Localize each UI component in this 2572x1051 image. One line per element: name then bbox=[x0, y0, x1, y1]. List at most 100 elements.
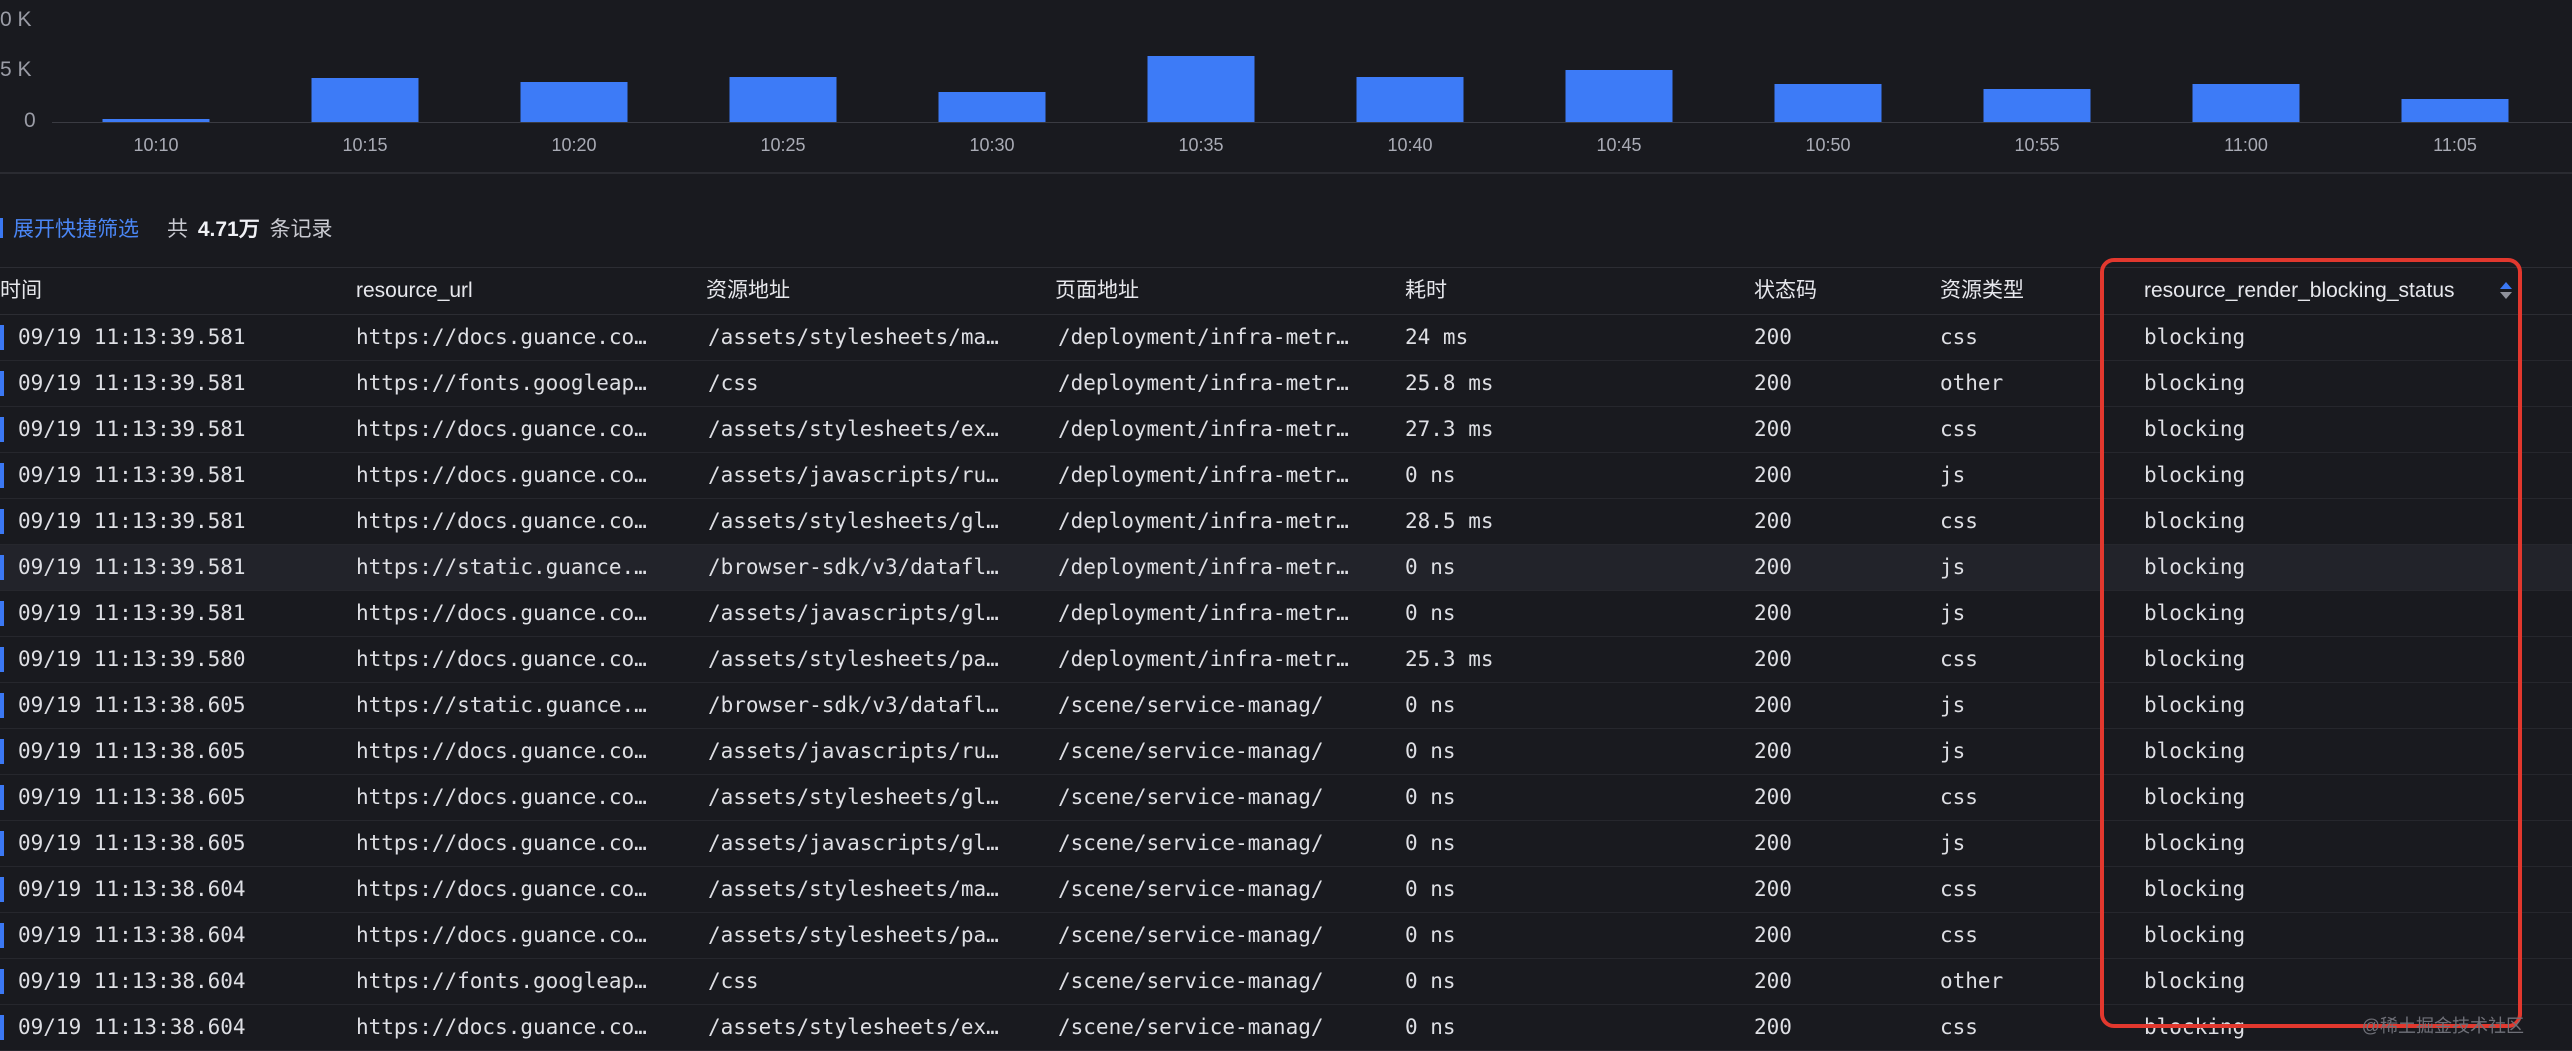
filter-panel-edge[interactable] bbox=[0, 218, 3, 238]
column-header-resource-type[interactable]: 资源类型 bbox=[1940, 268, 2024, 314]
cell-page-path: /deployment/infra-metr… bbox=[1058, 463, 1349, 487]
table-row[interactable]: 09/19 11:13:39.581 https://docs.guance.co… bbox=[0, 407, 2572, 453]
table-row[interactable]: 09/19 11:13:39.580 https://docs.guance.co… bbox=[0, 637, 2572, 683]
x-tick-label: 11:00 bbox=[2224, 135, 2268, 155]
cell-status-code: 200 bbox=[1754, 463, 1792, 487]
histogram-chart: 0 K 5 K 0 10:10 10:15 10:20 10:25 10:30 10:35… bbox=[0, 0, 2572, 172]
histogram-bar[interactable] bbox=[520, 82, 628, 122]
row-status-marker bbox=[0, 969, 4, 994]
cell-status-code: 200 bbox=[1754, 739, 1792, 763]
cell-resource-type: css bbox=[1940, 785, 1978, 809]
row-status-marker bbox=[0, 693, 4, 718]
x-tick-label: 10:20 bbox=[551, 135, 597, 155]
cell-resource-path: /assets/javascripts/gl… bbox=[708, 601, 999, 625]
cell-page-path: /scene/service-manag/ bbox=[1058, 739, 1324, 763]
cell-render-blocking-status: blocking bbox=[2144, 647, 2246, 671]
table-row[interactable]: 09/19 11:13:38.605 https://static.guance.… bbox=[0, 683, 2572, 729]
table-row[interactable]: 09/19 11:13:39.581 https://fonts.googleap… bbox=[0, 361, 2572, 407]
cell-resource-url: https://docs.guance.co… bbox=[356, 463, 647, 487]
table-row[interactable]: 09/19 11:13:38.605 https://docs.guance.co… bbox=[0, 775, 2572, 821]
table-row[interactable]: 09/19 11:13:39.581 https://docs.guance.co… bbox=[0, 499, 2572, 545]
cell-status-code: 200 bbox=[1754, 1015, 1792, 1039]
table-row[interactable]: 09/19 11:13:38.604 https://docs.guance.co… bbox=[0, 1005, 2572, 1051]
table-header: 时间 resource_url 资源地址 页面地址 耗时 状态码 资源类型 re… bbox=[0, 267, 2572, 315]
cell-resource-url: https://fonts.googleap… bbox=[356, 371, 647, 395]
cell-render-blocking-status: blocking bbox=[2144, 325, 2246, 349]
cell-page-path: /scene/service-manag/ bbox=[1058, 831, 1324, 855]
cell-resource-url: https://static.guance.… bbox=[356, 693, 647, 717]
table-row[interactable]: 09/19 11:13:38.605 https://docs.guance.co… bbox=[0, 821, 2572, 867]
histogram-bar[interactable] bbox=[1983, 89, 2091, 122]
row-status-marker bbox=[0, 877, 4, 902]
cell-page-path: /scene/service-manag/ bbox=[1058, 785, 1324, 809]
row-status-marker bbox=[0, 509, 4, 534]
cell-status-code: 200 bbox=[1754, 693, 1792, 717]
x-tick-label: 10:30 bbox=[969, 135, 1015, 155]
table-row[interactable]: 09/19 11:13:39.581 https://static.guance.… bbox=[0, 545, 2572, 591]
x-tick-label: 10:45 bbox=[1596, 135, 1642, 155]
table-row[interactable]: 09/19 11:13:39.581 https://docs.guance.co… bbox=[0, 315, 2572, 361]
table-row[interactable]: 09/19 11:13:38.604 https://fonts.googleap… bbox=[0, 959, 2572, 1005]
cell-resource-path: /css bbox=[708, 969, 759, 993]
cell-duration: 27.3 ms bbox=[1405, 417, 1494, 441]
sort-icon[interactable] bbox=[2500, 282, 2512, 300]
cell-resource-path: /css bbox=[708, 371, 759, 395]
cell-resource-url: https://docs.guance.co… bbox=[356, 325, 647, 349]
cell-time: 09/19 11:13:38.604 bbox=[18, 969, 246, 993]
cell-time: 09/19 11:13:38.605 bbox=[18, 831, 246, 855]
column-header-resource-url[interactable]: resource_url bbox=[356, 268, 473, 314]
cell-page-path: /scene/service-manag/ bbox=[1058, 923, 1324, 947]
cell-resource-url: https://docs.guance.co… bbox=[356, 1015, 647, 1039]
cell-time: 09/19 11:13:38.605 bbox=[18, 693, 246, 717]
histogram-bar[interactable] bbox=[2401, 99, 2509, 122]
cell-status-code: 200 bbox=[1754, 509, 1792, 533]
cell-status-code: 200 bbox=[1754, 877, 1792, 901]
table-row[interactable]: 09/19 11:13:38.605 https://docs.guance.co… bbox=[0, 729, 2572, 775]
column-header-resource-path[interactable]: 资源地址 bbox=[706, 268, 790, 314]
cell-duration: 28.5 ms bbox=[1405, 509, 1494, 533]
cell-resource-type: js bbox=[1940, 555, 1966, 579]
cell-duration: 0 ns bbox=[1405, 785, 1456, 809]
cell-resource-path: /assets/stylesheets/pa… bbox=[708, 647, 999, 671]
histogram-bar[interactable] bbox=[1147, 56, 1255, 122]
histogram-bar[interactable] bbox=[729, 77, 837, 122]
record-count-prefix: 共 bbox=[167, 218, 188, 241]
x-tick-label: 10:10 bbox=[133, 135, 179, 155]
column-header-duration[interactable]: 耗时 bbox=[1405, 268, 1447, 314]
histogram-bar[interactable] bbox=[1356, 77, 1464, 122]
table-row[interactable]: 09/19 11:13:39.581 https://docs.guance.co… bbox=[0, 453, 2572, 499]
cell-page-path: /scene/service-manag/ bbox=[1058, 1015, 1324, 1039]
row-status-marker bbox=[0, 831, 4, 856]
cell-resource-type: css bbox=[1940, 325, 1978, 349]
column-header-page-path[interactable]: 页面地址 bbox=[1055, 268, 1139, 314]
histogram-bar[interactable] bbox=[311, 78, 419, 122]
cell-render-blocking-status: blocking bbox=[2144, 785, 2246, 809]
expand-quick-filter-link[interactable]: 展开快捷筛选 bbox=[13, 213, 139, 243]
histogram-bar[interactable] bbox=[1565, 70, 1673, 122]
histogram-bar[interactable] bbox=[102, 119, 210, 122]
column-header-render-blocking-status[interactable]: resource_render_blocking_status bbox=[2144, 268, 2455, 314]
cell-resource-url: https://docs.guance.co… bbox=[356, 923, 647, 947]
cell-resource-type: css bbox=[1940, 647, 1978, 671]
column-header-time[interactable]: 时间 bbox=[0, 268, 42, 314]
column-header-status-code[interactable]: 状态码 bbox=[1754, 268, 1817, 314]
cell-status-code: 200 bbox=[1754, 325, 1792, 349]
table-row[interactable]: 09/19 11:13:38.604 https://docs.guance.co… bbox=[0, 913, 2572, 959]
sort-descending-icon bbox=[2500, 292, 2512, 299]
cell-time: 09/19 11:13:38.604 bbox=[18, 877, 246, 901]
histogram-bar[interactable] bbox=[1774, 84, 1882, 122]
cell-resource-type: js bbox=[1940, 693, 1966, 717]
histogram-bar[interactable] bbox=[938, 92, 1046, 122]
row-status-marker bbox=[0, 463, 4, 488]
cell-status-code: 200 bbox=[1754, 831, 1792, 855]
x-tick-label: 10:35 bbox=[1178, 135, 1224, 155]
cell-resource-url: https://docs.guance.co… bbox=[356, 647, 647, 671]
cell-duration: 0 ns bbox=[1405, 463, 1456, 487]
cell-page-path: /deployment/infra-metr… bbox=[1058, 325, 1349, 349]
histogram-bar[interactable] bbox=[2192, 84, 2300, 122]
table-row[interactable]: 09/19 11:13:38.604 https://docs.guance.co… bbox=[0, 867, 2572, 913]
table-row[interactable]: 09/19 11:13:39.581 https://docs.guance.co… bbox=[0, 591, 2572, 637]
record-count: 共 4.71万 条记录 bbox=[167, 213, 333, 243]
cell-render-blocking-status: blocking bbox=[2144, 923, 2246, 947]
cell-time: 09/19 11:13:39.581 bbox=[18, 325, 246, 349]
